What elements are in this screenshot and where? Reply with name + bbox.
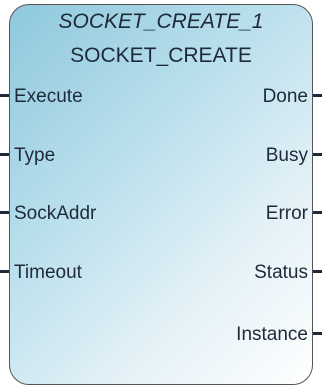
pin-connector[interactable]: [313, 94, 322, 98]
pin-connector[interactable]: [0, 211, 9, 215]
pin-label: Timeout: [14, 262, 82, 283]
input-pin-type[interactable]: Type: [0, 145, 55, 167]
input-pin-execute[interactable]: Execute: [0, 86, 83, 108]
pin-label: Done: [262, 86, 308, 107]
pin-label: Type: [14, 145, 56, 166]
pin-connector[interactable]: [313, 332, 322, 336]
output-pin-error[interactable]: Error: [266, 203, 322, 225]
pin-connector[interactable]: [313, 211, 322, 215]
pin-label: SockAddr: [14, 203, 97, 224]
block-instance-name[interactable]: SOCKET_CREATE_1: [0, 10, 322, 34]
output-pin-done[interactable]: Done: [263, 86, 322, 108]
output-pin-instance[interactable]: Instance: [236, 324, 322, 346]
pin-label: Busy: [265, 145, 308, 166]
input-pin-timeout[interactable]: Timeout: [0, 262, 82, 284]
pin-label: Instance: [236, 324, 308, 345]
pin-label: Status: [254, 262, 308, 283]
pin-connector[interactable]: [0, 270, 9, 274]
pin-connector[interactable]: [0, 153, 9, 157]
input-pin-sockaddr[interactable]: SockAddr: [0, 203, 96, 225]
diagram-canvas: SOCKET_CREATE_1 SOCKET_CREATE Execute Ty…: [0, 0, 322, 390]
output-pin-busy[interactable]: Busy: [266, 145, 322, 167]
pin-label: Error: [265, 203, 308, 224]
output-pin-status[interactable]: Status: [254, 262, 322, 284]
pin-connector[interactable]: [313, 270, 322, 274]
pin-connector[interactable]: [0, 94, 9, 98]
pin-connector[interactable]: [313, 153, 322, 157]
pin-label: Execute: [14, 86, 83, 107]
block-type-name: SOCKET_CREATE: [70, 44, 252, 67]
